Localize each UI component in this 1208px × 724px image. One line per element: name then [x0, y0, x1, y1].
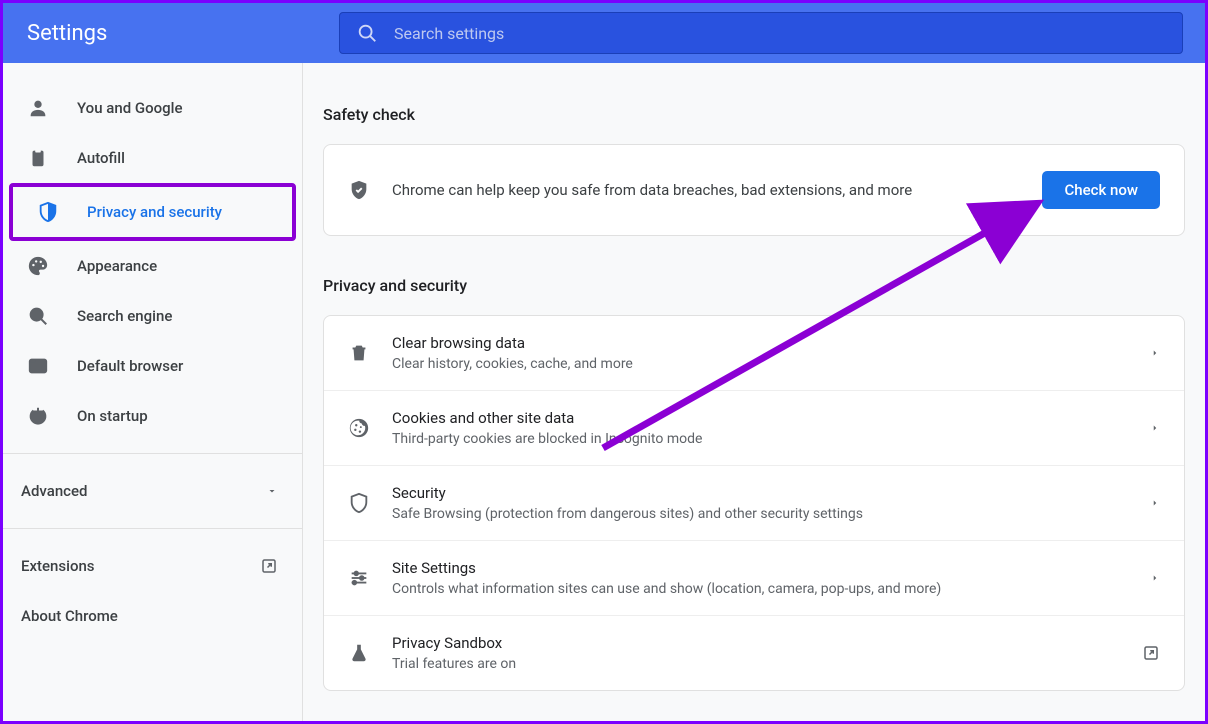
sidebar-item-label: Autofill: [77, 149, 125, 167]
row-clear-browsing-data[interactable]: Clear browsing data Clear history, cookie…: [324, 316, 1184, 391]
trash-icon: [348, 342, 370, 364]
divider: [3, 453, 302, 454]
flask-icon: [348, 642, 370, 664]
row-title: Privacy Sandbox: [392, 634, 1142, 652]
shield-check-icon: [348, 179, 370, 201]
clipboard-icon: [27, 147, 49, 169]
highlight-annotation: Privacy and security: [9, 183, 296, 241]
sidebar-about-link[interactable]: About Chrome: [3, 591, 302, 641]
sidebar-item-search-engine[interactable]: Search engine: [3, 291, 302, 341]
row-sub: Safe Browsing (protection from dangerous…: [392, 506, 1150, 522]
sidebar: You and Google Autofill Privacy and secu…: [3, 63, 303, 721]
search-icon: [356, 22, 378, 44]
shield-icon: [348, 492, 370, 514]
privacy-security-list: Clear browsing data Clear history, cookie…: [323, 315, 1185, 691]
row-sub: Controls what information sites can use …: [392, 581, 1150, 597]
chevron-right-icon: [1150, 423, 1160, 433]
advanced-label: Advanced: [21, 482, 87, 500]
chevron-right-icon: [1150, 498, 1160, 508]
cookie-icon: [348, 417, 370, 439]
sidebar-item-label: Search engine: [77, 307, 172, 325]
sidebar-item-label: Default browser: [77, 357, 183, 375]
main-content: Safety check Chrome can help keep you sa…: [303, 63, 1205, 721]
about-label: About Chrome: [21, 607, 118, 625]
search-bar[interactable]: [339, 12, 1183, 54]
sidebar-item-label: Appearance: [77, 257, 157, 275]
sidebar-item-label: Privacy and security: [87, 203, 222, 221]
shield-icon: [37, 201, 59, 223]
row-title: Clear browsing data: [392, 334, 1150, 352]
sidebar-item-on-startup[interactable]: On startup: [3, 391, 302, 441]
search-input[interactable]: [394, 24, 1166, 43]
sliders-icon: [348, 567, 370, 589]
safety-check-card: Chrome can help keep you safe from data …: [323, 144, 1185, 236]
chevron-right-icon: [1150, 348, 1160, 358]
sidebar-item-autofill[interactable]: Autofill: [3, 133, 302, 183]
sidebar-item-you-and-google[interactable]: You and Google: [3, 83, 302, 133]
divider: [3, 528, 302, 529]
search-icon: [27, 305, 49, 327]
row-sub: Trial features are on: [392, 656, 1142, 672]
sidebar-item-privacy-security[interactable]: Privacy and security: [13, 187, 292, 237]
sidebar-item-label: On startup: [77, 407, 148, 425]
safety-check-heading: Safety check: [323, 105, 1185, 124]
sidebar-extensions-link[interactable]: Extensions: [3, 541, 302, 591]
row-title: Security: [392, 484, 1150, 502]
person-icon: [27, 97, 49, 119]
sidebar-item-appearance[interactable]: Appearance: [3, 241, 302, 291]
browser-icon: [27, 355, 49, 377]
open-in-new-icon: [1142, 644, 1160, 662]
row-cookies[interactable]: Cookies and other site data Third-party c…: [324, 391, 1184, 466]
row-sub: Clear history, cookies, cache, and more: [392, 356, 1150, 372]
chevron-down-icon: [266, 485, 278, 497]
sidebar-item-label: You and Google: [77, 99, 182, 117]
row-site-settings[interactable]: Site Settings Controls what information s…: [324, 541, 1184, 616]
row-sub: Third-party cookies are blocked in Incog…: [392, 431, 1150, 447]
power-icon: [27, 405, 49, 427]
sidebar-item-default-browser[interactable]: Default browser: [3, 341, 302, 391]
page-title: Settings: [19, 21, 339, 46]
row-security[interactable]: Security Safe Browsing (protection from d…: [324, 466, 1184, 541]
header: Settings: [3, 3, 1205, 63]
safety-check-text: Chrome can help keep you safe from data …: [392, 181, 1042, 199]
open-in-new-icon: [260, 557, 278, 575]
privacy-security-heading: Privacy and security: [323, 276, 1185, 295]
palette-icon: [27, 255, 49, 277]
row-privacy-sandbox[interactable]: Privacy Sandbox Trial features are on: [324, 616, 1184, 690]
chevron-right-icon: [1150, 573, 1160, 583]
row-title: Cookies and other site data: [392, 409, 1150, 427]
sidebar-advanced-toggle[interactable]: Advanced: [3, 466, 302, 516]
row-title: Site Settings: [392, 559, 1150, 577]
extensions-label: Extensions: [21, 557, 95, 575]
check-now-button[interactable]: Check now: [1042, 171, 1160, 209]
